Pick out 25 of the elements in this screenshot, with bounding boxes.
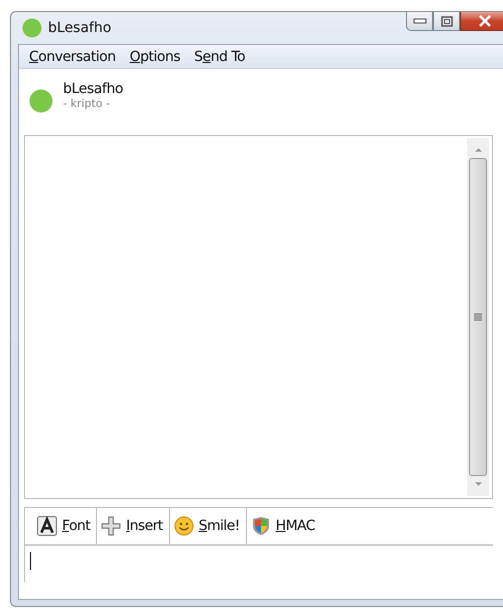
toolbar-button[interactable]: Font bbox=[33, 508, 98, 544]
minimize-icon bbox=[412, 17, 426, 25]
shield-icon bbox=[250, 516, 271, 536]
menu-item[interactable]: Options bbox=[124, 48, 186, 64]
contact-name: bLesafho bbox=[63, 81, 124, 97]
close-button[interactable] bbox=[460, 12, 503, 31]
window-title: bLesafho bbox=[48, 20, 112, 36]
plus-icon bbox=[101, 516, 122, 536]
maximize-icon bbox=[440, 16, 452, 26]
menu-item[interactable]: Send To bbox=[189, 48, 250, 64]
grip-icon bbox=[474, 313, 482, 321]
toolbar-button[interactable]: Insert bbox=[97, 508, 170, 544]
font-icon bbox=[37, 516, 57, 536]
scrollbar[interactable] bbox=[467, 138, 489, 496]
toolbar-button[interactable]: HMAC bbox=[246, 508, 321, 544]
close-icon bbox=[478, 15, 492, 27]
minimize-button[interactable] bbox=[406, 12, 433, 31]
scroll-thumb[interactable] bbox=[469, 158, 487, 476]
scroll-up-icon[interactable] bbox=[474, 147, 482, 153]
scroll-down-icon[interactable] bbox=[474, 481, 482, 487]
smiley-icon bbox=[174, 516, 194, 536]
contact-status: - kripto - bbox=[63, 97, 111, 110]
maximize-button[interactable] bbox=[433, 12, 460, 31]
menu-item[interactable]: Conversation bbox=[24, 48, 121, 64]
toolbar-button[interactable]: Smile! bbox=[170, 508, 247, 544]
